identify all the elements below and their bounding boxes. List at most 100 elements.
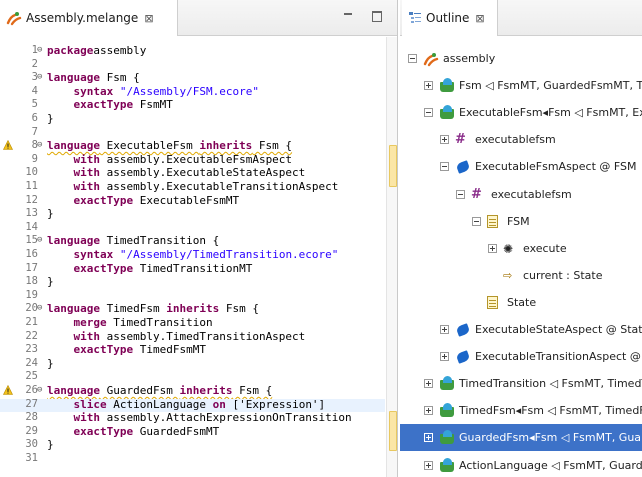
minimize-icon[interactable]	[341, 8, 357, 24]
warning-marker[interactable]	[389, 145, 397, 187]
code-line[interactable]: 10 with assembly.ExecutableStateAspect	[0, 167, 385, 181]
code-text: with assembly.ExecutableTransitionAspect	[47, 181, 339, 192]
tree-node[interactable]: ExecutableFsm◂Fsm ◁ FsmMT, Exe	[400, 99, 642, 126]
code-line[interactable]: 14	[0, 221, 385, 236]
fold-collapse-icon[interactable]: ⊖	[37, 304, 45, 313]
code-line[interactable]: 13}	[0, 208, 385, 222]
expand-icon[interactable]	[424, 379, 433, 389]
expand-icon[interactable]	[424, 460, 433, 470]
code-text: language ExecutableFsm inherits Fsm {	[47, 140, 292, 151]
line-number: 2	[31, 57, 38, 70]
collapse-icon[interactable]	[472, 216, 481, 226]
tree-node[interactable]: # executablefsm	[400, 181, 642, 208]
maximize-icon[interactable]	[369, 8, 385, 24]
language-icon	[439, 78, 455, 94]
code-line[interactable]: 26 ⊖ language GuardedFsm inherits Fsm {	[0, 385, 385, 399]
collapse-icon[interactable]	[456, 189, 465, 199]
collapse-icon[interactable]	[424, 108, 433, 118]
expand-icon[interactable]	[488, 243, 497, 253]
string-token: "/Assembly/FSM.ecore"	[119, 84, 259, 98]
outline-tree[interactable]: assembly Fsm ◁ FsmMT, GuardedFsmMT, Tim Ex…	[400, 37, 642, 477]
editor-tab[interactable]: Assembly.melange ⊠	[0, 0, 178, 36]
fold-collapse-icon[interactable]: ⊖	[37, 236, 45, 245]
code-line[interactable]: 12 exactType ExecutableFsmMT	[0, 194, 385, 209]
collapse-icon[interactable]	[408, 54, 417, 63]
code-line[interactable]: 20 ⊖ language TimedFsm inherits Fsm {	[0, 303, 385, 317]
code-line[interactable]: 15 ⊖ language TimedTransition {	[0, 235, 385, 249]
code-line[interactable]: 5 exactType FsmMT	[0, 99, 385, 113]
expand-icon[interactable]	[440, 135, 449, 145]
expand-icon[interactable]	[440, 325, 449, 334]
code-line[interactable]: 29 exactType GuardedFsmMT	[0, 424, 385, 440]
code-line[interactable]: 3 ⊖ language Fsm {	[0, 72, 385, 86]
tree-node[interactable]: ActionLanguage ◁ FsmMT, Guarded	[400, 452, 642, 477]
code-line[interactable]: 2	[0, 57, 385, 73]
code-token: GuardedFsmMT	[133, 424, 220, 438]
tree-node-label: GuardedFsm◂Fsm ◁ FsmMT, Guarde	[459, 431, 642, 445]
code-line[interactable]: 30}	[0, 439, 385, 453]
attribute-icon: ⇨	[503, 268, 513, 282]
tree-node[interactable]: State	[400, 289, 642, 316]
code-line[interactable]: 11 with assembly.ExecutableTransitionAsp…	[0, 181, 385, 195]
fold-collapse-icon[interactable]: ⊖	[37, 46, 45, 55]
line-number: 27	[25, 397, 38, 410]
code-line[interactable]: 22 with assembly.TimedTransitionAspect	[0, 330, 385, 345]
collapse-icon[interactable]	[440, 162, 449, 172]
code-line[interactable]: 24}	[0, 357, 385, 372]
code-line[interactable]: 31	[0, 453, 385, 467]
code-text: merge TimedTransition	[47, 317, 213, 328]
code-line[interactable]: 25	[0, 371, 385, 385]
code-line[interactable]: 17 exactType TimedTransitionMT	[0, 261, 385, 277]
code-line[interactable]: 9 with assembly.ExecutableFsmAspect	[0, 152, 385, 168]
close-icon[interactable]: ⊠	[475, 12, 484, 25]
code-editor[interactable]: 1 ⊖ packageassembly 2 3 ⊖ language Fsm {4 synt…	[0, 37, 385, 477]
tree-node[interactable]: FSM	[400, 208, 642, 235]
close-icon[interactable]: ⊠	[144, 12, 153, 25]
fold-collapse-icon[interactable]: ⊖	[37, 141, 45, 150]
code-token: Fsm {	[252, 139, 293, 153]
keyword-token: exactType	[73, 343, 134, 357]
code-line[interactable]: 23 exactType TimedFsmMT	[0, 344, 385, 358]
fold-collapse-icon[interactable]: ⊖	[37, 386, 45, 395]
overview-ruler[interactable]	[386, 37, 397, 477]
tree-node[interactable]: ✺ execute	[400, 235, 642, 262]
expand-icon[interactable]	[440, 352, 449, 362]
code-line[interactable]: 21 merge TimedTransition	[0, 317, 385, 331]
code-token: TimedTransitionMT	[133, 261, 253, 275]
code-line[interactable]: 7	[0, 126, 385, 141]
code-line[interactable]: 16 syntax "/Assembly/TimedTransition.eco…	[0, 249, 385, 263]
code-line[interactable]: 28 with assembly.AttachExpressionOnTrans…	[0, 412, 385, 426]
outline-tab[interactable]: Outline ⊠	[402, 0, 498, 36]
fold-collapse-icon[interactable]: ⊖	[37, 73, 45, 82]
code-line[interactable]: 18}	[0, 276, 385, 290]
code-line[interactable]: 19	[0, 289, 385, 304]
tree-node[interactable]: TimedFsm◂Fsm ◁ FsmMT, TimedFsm	[400, 397, 642, 424]
tree-node[interactable]: TimedTransition ◁ FsmMT, TimedTr	[400, 370, 642, 397]
line-number: 9	[31, 152, 38, 165]
tree-node[interactable]: ExecutableStateAspect @ State	[400, 316, 642, 343]
code-token: Fsm {	[219, 302, 259, 316]
tree-node[interactable]: ExecutableFsmAspect @ FSM	[400, 153, 642, 180]
tree-node[interactable]: ⇨ current : State	[400, 262, 642, 289]
editor-pane: Assembly.melange ⊠ 1 ⊖ packageassembly 2 3 ⊖ l…	[0, 0, 398, 477]
warning-marker[interactable]	[389, 411, 397, 451]
code-line[interactable]: 27 slice ActionLanguage on ['Expression'…	[0, 397, 385, 413]
code-line[interactable]: 6}	[0, 113, 385, 127]
keyword-token: with	[73, 152, 101, 166]
tree-node-label: executablefsm	[475, 133, 556, 147]
tree-node[interactable]: # executablefsm	[400, 126, 642, 153]
expand-icon[interactable]	[424, 81, 433, 91]
expand-icon[interactable]	[424, 433, 433, 443]
code-line[interactable]: 4 syntax "/Assembly/FSM.ecore"	[0, 84, 385, 100]
expand-icon[interactable]	[424, 406, 433, 416]
code-token: TimedFsmMT	[133, 343, 206, 357]
tree-node[interactable]: assembly	[400, 45, 642, 72]
code-line[interactable]: 8 ⊖ language ExecutableFsm inherits Fsm {	[0, 140, 385, 154]
tree-node[interactable]: Fsm ◁ FsmMT, GuardedFsmMT, Tim	[400, 72, 642, 99]
tree-node[interactable]: GuardedFsm◂Fsm ◁ FsmMT, Guarde	[400, 424, 642, 452]
code-line[interactable]: 1 ⊖ packageassembly	[0, 45, 385, 59]
tree-node[interactable]: ExecutableTransitionAspect @ Tr	[400, 343, 642, 370]
